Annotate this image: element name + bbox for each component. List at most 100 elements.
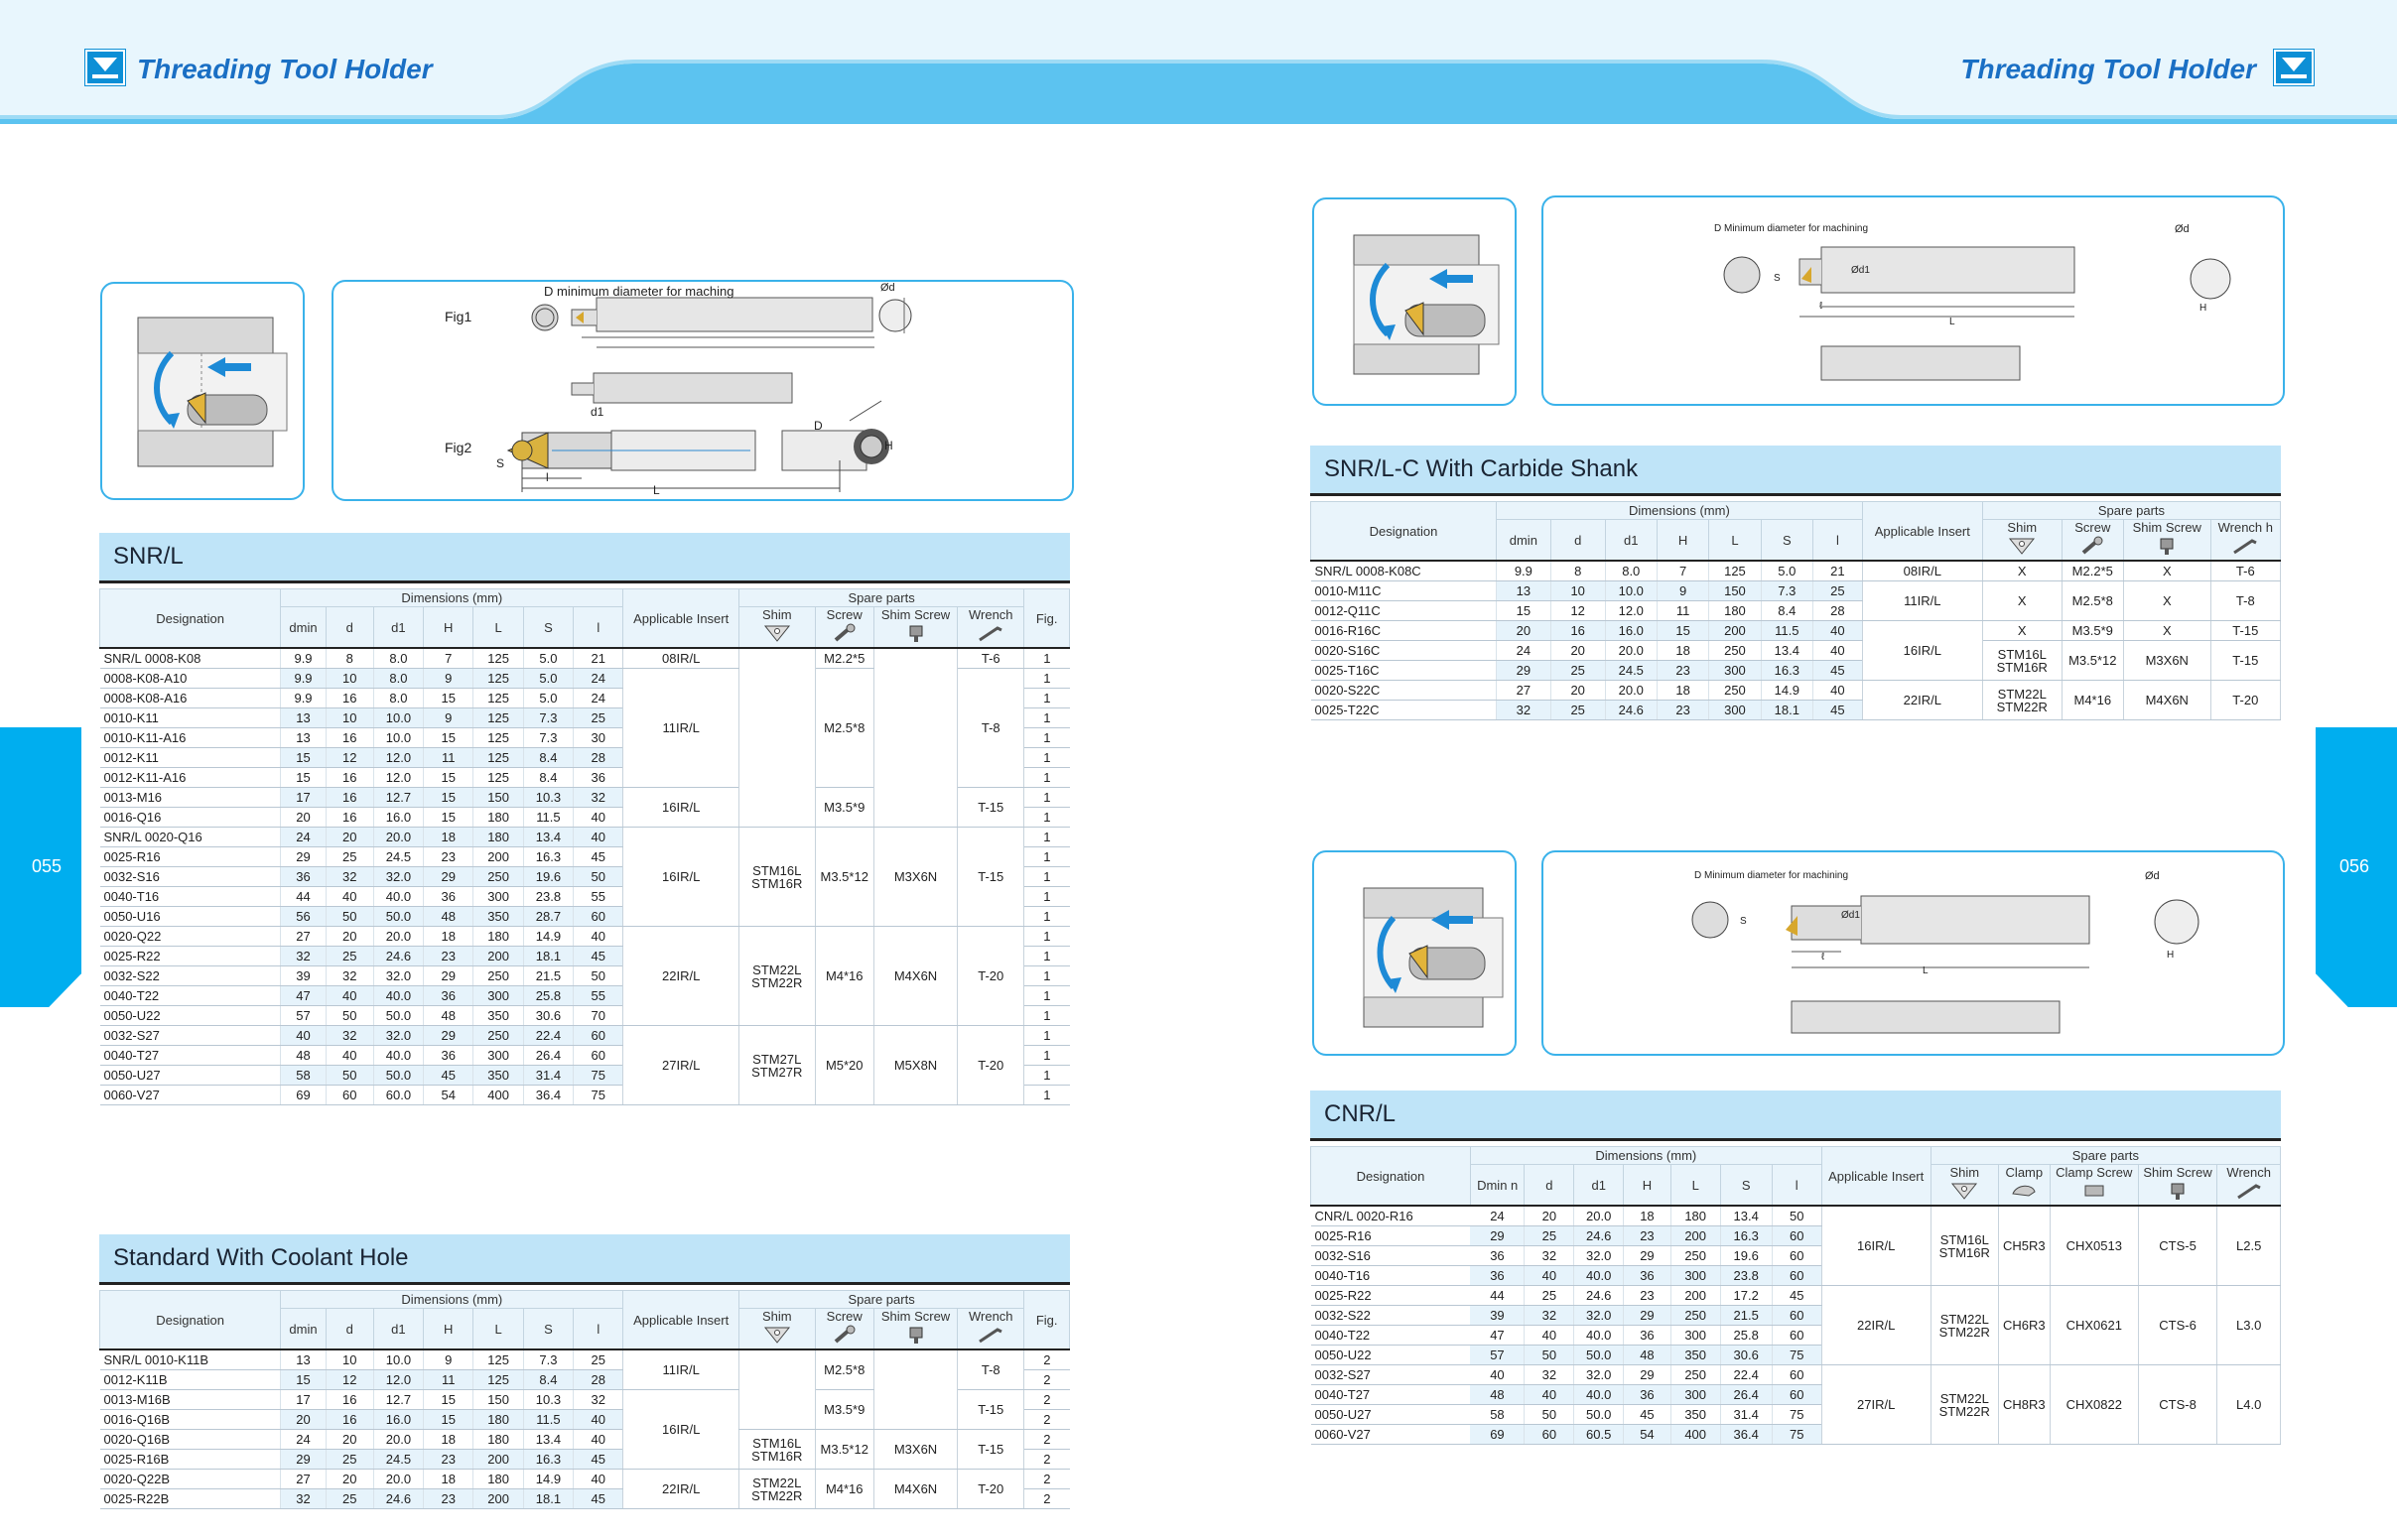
header-S: S: [522, 1308, 575, 1350]
cell-fig: 1: [1023, 787, 1070, 808]
header-d: d: [325, 606, 374, 649]
cell-H: 29: [1623, 1245, 1671, 1266]
cell-fig: 1: [1023, 866, 1070, 887]
page-header: Threading Tool Holder Threading Tool Hol…: [0, 0, 2397, 124]
cell-d1: 8.0: [372, 648, 424, 669]
cnr-grid: Designation Dimensions (mm) Applicable Ins…: [1310, 1146, 2282, 1445]
cell-S: 23.8: [1719, 1265, 1773, 1286]
cell-dmin: 13: [280, 1349, 327, 1370]
cell-H: 18: [1623, 1206, 1671, 1226]
spare-clamp: CH5R3: [1997, 1206, 2051, 1286]
spare-shim_screw: CTS-5: [2137, 1206, 2218, 1286]
header-d1: d1: [1604, 519, 1658, 562]
cell-L: 250: [1669, 1364, 1721, 1385]
spare-screw: M2.5*8: [814, 668, 874, 788]
spare-wrench: T-20: [957, 926, 1025, 1026]
cell-S: 19.6: [522, 866, 574, 887]
cell-d: 32: [325, 1025, 374, 1046]
cell-d: 16: [1549, 620, 1606, 641]
spare-wrench: T-20: [2209, 680, 2282, 720]
cell-dmin: 17: [280, 1389, 327, 1410]
cell-dmin_n: 36: [1470, 1265, 1525, 1286]
cell-d1: 12.0: [372, 747, 424, 768]
spare-shim_screw: X: [2122, 580, 2211, 621]
cell-l: 60: [1771, 1225, 1822, 1246]
header-dmin_n: Dmin n: [1469, 1164, 1526, 1207]
designation-cell: 0020-Q22B: [99, 1469, 281, 1489]
header-shim_screw: Shim Screw: [2137, 1164, 2218, 1207]
cell-L: 250: [1669, 1305, 1721, 1326]
machining-illustration-cnr: [1312, 850, 1517, 1056]
cell-d1: 40.0: [372, 985, 424, 1006]
table-row: 0020-Q16B 24 20 20.0 18 180 13.4 40 STM16L STM16…: [99, 1429, 1070, 1470]
header-dmin: dmin: [280, 1308, 327, 1350]
cell-L: 125: [1708, 561, 1762, 581]
designation-cell: 0025-T22C: [1310, 700, 1497, 720]
header-H: H: [423, 606, 474, 649]
cell-fig: 1: [1023, 807, 1070, 828]
cell-fig: 1: [1023, 965, 1070, 986]
section-title-snr: SNR/L: [99, 533, 1070, 583]
cell-H: 9: [1656, 580, 1709, 601]
header-wrench: Wrench: [957, 1308, 1025, 1350]
designation-cell: 0032-S22: [1310, 1305, 1471, 1326]
designation-cell: 0016-R16C: [1310, 620, 1497, 641]
cell-l: 60: [1771, 1364, 1822, 1385]
spare-insert: 27IR/L: [1820, 1364, 1931, 1445]
header-l: l: [1771, 1164, 1822, 1207]
page-number-tab-right: 056: [2316, 727, 2397, 1007]
cell-d1: 24.6: [1604, 700, 1658, 720]
cell-H: 23: [423, 1449, 473, 1470]
cell-dmin: 39: [280, 965, 327, 986]
page-number-left: 055: [32, 856, 63, 876]
cell-d: 16: [325, 767, 374, 788]
cell-d: 40: [1524, 1384, 1574, 1405]
spare-wrench: T-20: [957, 1469, 1025, 1509]
table-row: 0020-S22C 27 20 20.0 18 250 14.9 40 22IR/L STM22L…: [1310, 680, 2282, 720]
cell-fig: 1: [1023, 846, 1070, 867]
header-spare: Spare parts: [1981, 501, 2282, 520]
cell-d: 10: [325, 668, 374, 689]
cell-dmin: 32: [280, 1488, 327, 1509]
cell-dmin: 17: [280, 787, 327, 808]
cell-l: 40: [1811, 640, 1863, 661]
cell-L: 180: [472, 1429, 524, 1450]
designation-cell: 0008-K08-A16: [99, 688, 281, 708]
cell-S: 16.3: [1760, 660, 1813, 681]
cell-d1: 16.0: [372, 1409, 424, 1430]
cell-d1: 24.6: [1573, 1225, 1624, 1246]
cell-d: 25: [325, 846, 374, 867]
cell-d: 50: [1524, 1345, 1574, 1365]
cell-l: 40: [573, 1409, 623, 1430]
header-d: d: [1524, 1164, 1575, 1207]
designation-cell: 0032-S27: [1310, 1364, 1471, 1385]
dim-d1-label: Ød1: [1841, 910, 1860, 921]
cell-d1: 20.0: [1604, 680, 1658, 701]
spare-insert: 22IR/L: [1861, 680, 1983, 720]
spare-screw: M2.5*8: [2061, 580, 2124, 621]
cell-d1: 20.0: [1573, 1206, 1624, 1226]
table-row: 0032-S27 40 32 32.0 29 250 22.4 60 27IR/L STM27L …: [99, 1025, 1070, 1105]
header-L: L: [472, 606, 524, 649]
cell-d: 32: [1524, 1245, 1574, 1266]
machining-illustration-snrc: [1312, 197, 1517, 406]
cell-fig: 2: [1023, 1469, 1070, 1489]
cell-S: 11.5: [522, 807, 574, 828]
cell-L: 300: [472, 985, 524, 1006]
spare-shim_screw: M5X8N: [872, 1025, 959, 1105]
spare-wrench: T-15: [957, 827, 1025, 927]
cell-dmin: 20: [1495, 620, 1551, 641]
cell-H: 45: [423, 1065, 473, 1086]
cell-H: 11: [1656, 600, 1709, 621]
cell-d1: 32.0: [372, 1025, 424, 1046]
cell-dmin_n: 69: [1470, 1424, 1525, 1445]
cell-d: 20: [1524, 1206, 1574, 1226]
cell-l: 60: [1771, 1325, 1822, 1346]
spare-shim_screw: [872, 1349, 959, 1430]
cell-d: 10: [325, 1349, 374, 1370]
designation-cell: 0016-Q16: [99, 807, 281, 828]
spare-shim: X: [1981, 580, 2063, 621]
spare-shim_screw: X: [2122, 561, 2211, 581]
cell-l: 40: [573, 1469, 623, 1489]
cell-fig: 1: [1023, 926, 1070, 947]
